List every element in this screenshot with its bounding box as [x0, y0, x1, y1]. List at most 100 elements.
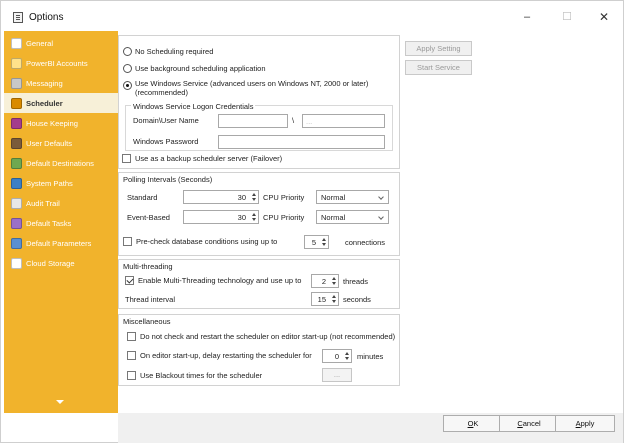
sidebar-item-label: Audit Trail [26, 198, 60, 208]
options-sidebar: Cloud Storage Default Parameters Default T… [4, 31, 118, 413]
collapse-arrow-icon[interactable] [56, 400, 64, 404]
sidebar-item-label: Default Destinations [26, 158, 94, 168]
no-scheduling-option[interactable]: No Scheduling required [123, 47, 213, 56]
sidebar-item-default-destinations[interactable]: Default Destinations [4, 153, 118, 173]
event-cpu-priority-label: CPU Priority [263, 213, 305, 222]
options-window: Options – ☐ ✕ Cloud Storage Default Param… [0, 0, 624, 443]
blackout-times-button[interactable]: ... [322, 368, 352, 382]
maximize-button[interactable]: ☐ [553, 8, 581, 26]
sidebar-item-system-paths[interactable]: System Paths [4, 173, 118, 193]
event-cpu-priority-select[interactable]: Normal [316, 210, 389, 224]
sidebar-item-house-keeping[interactable]: House Keeping [4, 113, 118, 133]
event-interval-stepper[interactable]: 30 [183, 210, 259, 224]
connections-label: connections [345, 238, 386, 247]
sidebar-item-label: System Paths [26, 178, 73, 188]
windows-password-input[interactable] [218, 135, 385, 149]
sidebar-item-scheduler[interactable]: Scheduler [4, 93, 118, 113]
chevron-down-icon [378, 214, 384, 220]
broom-icon [11, 117, 22, 129]
audit-icon [11, 197, 22, 209]
windows-service-radio[interactable] [123, 81, 132, 90]
logon-credentials-title: Windows Service Logon Credentials [131, 102, 256, 111]
sidebar-item-label: Scheduler [26, 98, 63, 108]
windows-password-label: Windows Password [133, 137, 199, 146]
paths-icon [11, 177, 22, 189]
event-based-label: Event-Based [127, 213, 170, 222]
powerbi-icon [11, 57, 22, 69]
clock-icon [11, 97, 22, 109]
polling-intervals-title: Polling Intervals (Seconds) [123, 175, 213, 184]
sidebar-item-label: Messaging [26, 78, 63, 88]
apply-setting-button[interactable]: Apply Setting [405, 41, 472, 56]
precheck-checkbox[interactable] [123, 237, 132, 246]
standard-interval-stepper[interactable]: 30 [183, 190, 259, 204]
backup-scheduler-option[interactable]: Use as a backup scheduler server (Failov… [122, 154, 282, 163]
sidebar-item-default-parameters[interactable]: Default Parameters [4, 233, 118, 253]
precheck-connections-stepper[interactable]: 5 [304, 235, 329, 249]
sidebar-item-audit-trail[interactable]: Audit Trail [4, 193, 118, 213]
cancel-button[interactable]: Cancel [499, 415, 559, 432]
domain-user-label: Domain\User Name [133, 116, 199, 125]
background-scheduling-option[interactable]: Use background scheduling application [123, 64, 266, 73]
user-name-input[interactable]: ... [302, 114, 385, 128]
close-button[interactable]: ✕ [590, 8, 618, 26]
miscellaneous-group: Miscellaneous Do not check and restart t… [118, 314, 400, 386]
domain-user-input[interactable] [218, 114, 288, 128]
minutes-label: minutes [357, 352, 384, 361]
window-title: Options [29, 12, 64, 23]
delay-restart-checkbox[interactable] [127, 351, 136, 360]
thread-interval-stepper[interactable]: 15 [311, 292, 339, 306]
sidebar-item-powerbi-accounts[interactable]: PowerBI Accounts [4, 53, 118, 73]
sidebar-item-general[interactable]: General [4, 33, 118, 53]
chevron-down-icon [378, 194, 384, 200]
ok-button[interactable]: OK [443, 415, 503, 432]
enable-multithreading-checkbox[interactable] [125, 276, 134, 285]
background-scheduling-radio[interactable] [123, 64, 132, 73]
multi-threading-group: Multi-threading Enable Multi-Threading t… [118, 259, 400, 309]
polling-intervals-group: Polling Intervals (Seconds) Standard 30 … [118, 172, 400, 256]
standard-label: Standard [127, 193, 158, 202]
sidebar-item-label: Cloud Storage [26, 258, 75, 268]
enable-multithreading-option[interactable]: Enable Multi-Threading technology and us… [125, 276, 301, 285]
sidebar-item-label: General [26, 38, 54, 48]
sidebar-item-user-defaults[interactable]: User Defaults [4, 133, 118, 153]
destinations-icon [11, 157, 22, 169]
start-service-button[interactable]: Start Service [405, 60, 472, 75]
delay-restart-option[interactable]: On editor start-up, delay restarting the… [127, 351, 312, 360]
cloud-icon [11, 257, 22, 269]
delay-minutes-stepper[interactable]: 0 [322, 349, 352, 363]
windows-service-recommended: (recommended) [135, 88, 188, 97]
threads-stepper[interactable]: 2 [311, 274, 339, 288]
title-bar: Options – ☐ ✕ [1, 1, 623, 31]
apply-button[interactable]: Apply [555, 415, 615, 432]
windows-service-label: Use Windows Service (advanced users on W… [135, 79, 369, 88]
blackout-times-checkbox[interactable] [127, 371, 136, 380]
sidebar-item-cloud-storage[interactable]: Cloud Storage [4, 253, 118, 273]
sidebar-item-default-tasks[interactable]: Default Tasks [4, 213, 118, 233]
standard-cpu-priority-label: CPU Priority [263, 193, 305, 202]
sidebar-item-label: PowerBI Accounts [26, 58, 88, 68]
skip-restart-option[interactable]: Do not check and restart the scheduler o… [127, 332, 395, 341]
blackout-times-option[interactable]: Use Blackout times for the scheduler [127, 371, 262, 380]
sidebar-item-label: User Defaults [26, 138, 73, 148]
no-scheduling-radio[interactable] [123, 47, 132, 56]
minimize-button[interactable]: – [513, 8, 541, 26]
tasks-icon [11, 217, 22, 229]
backup-scheduler-checkbox[interactable] [122, 154, 131, 163]
sidebar-item-label: Default Parameters [26, 238, 92, 248]
general-icon [11, 37, 22, 49]
standard-cpu-priority-select[interactable]: Normal [316, 190, 389, 204]
precheck-option[interactable]: Pre-check database conditions using up t… [123, 237, 277, 246]
sidebar-item-label: Default Tasks [26, 218, 72, 228]
domain-separator: \ [292, 116, 295, 125]
thread-interval-label: Thread interval [125, 295, 176, 304]
miscellaneous-title: Miscellaneous [123, 317, 171, 326]
windows-service-option[interactable]: Use Windows Service (advanced users on W… [123, 79, 368, 97]
sidebar-item-label: House Keeping [26, 118, 78, 128]
scheduler-settings-panel: No Scheduling required Use background sc… [118, 31, 400, 413]
skip-restart-checkbox[interactable] [127, 332, 136, 341]
parameters-icon [11, 237, 22, 249]
sidebar-item-messaging[interactable]: Messaging [4, 73, 118, 93]
options-app-icon [13, 12, 23, 23]
messaging-icon [11, 77, 22, 89]
